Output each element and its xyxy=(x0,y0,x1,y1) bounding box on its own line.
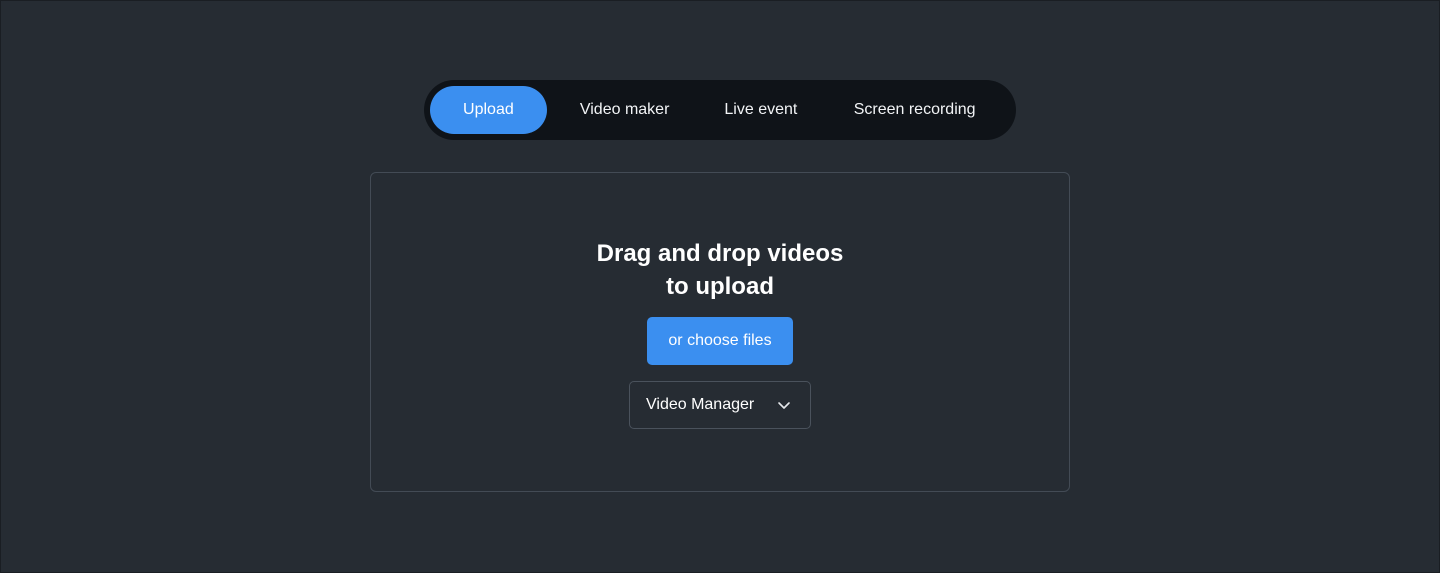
upload-dropzone[interactable]: Drag and drop videos to upload or choose… xyxy=(370,172,1070,492)
tab-video-maker[interactable]: Video maker xyxy=(547,86,703,134)
chevron-down-icon xyxy=(776,397,792,413)
choose-files-button[interactable]: or choose files xyxy=(647,317,793,365)
tab-screen-recording[interactable]: Screen recording xyxy=(819,86,1010,134)
dropzone-title: Drag and drop videos to upload xyxy=(371,237,1069,303)
dropzone-title-line-2: to upload xyxy=(666,273,774,300)
dropzone-title-line-1: Drag and drop videos xyxy=(596,240,844,267)
upload-mode-tabs: Upload Video maker Live event Screen rec… xyxy=(424,80,1016,140)
destination-select-value: Video Manager xyxy=(646,396,755,413)
tab-live-event[interactable]: Live event xyxy=(702,86,819,134)
destination-select[interactable]: Video Manager xyxy=(629,381,811,429)
tab-upload[interactable]: Upload xyxy=(430,86,547,134)
